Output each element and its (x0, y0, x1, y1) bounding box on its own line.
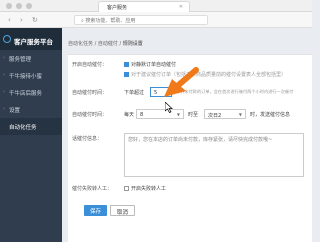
annotation-arrow-icon (164, 67, 199, 97)
mouse-cursor-icon (165, 102, 173, 113)
